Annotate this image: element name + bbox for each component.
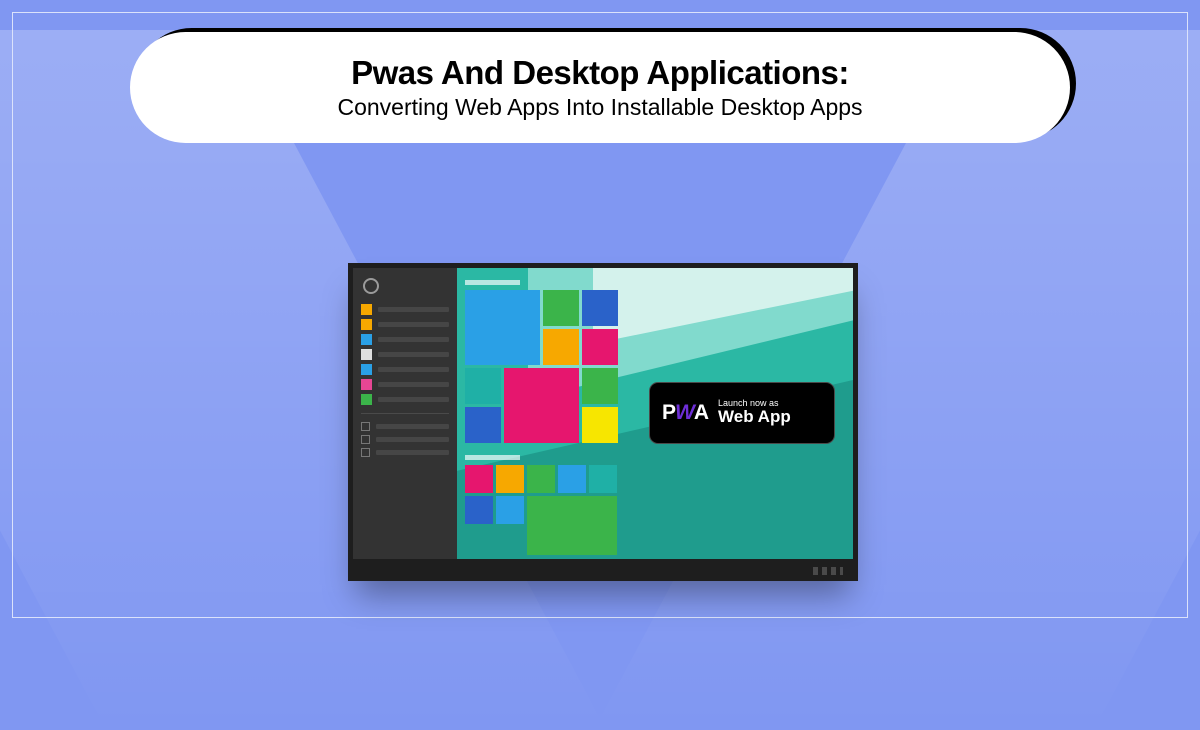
title: Pwas And Desktop Applications: bbox=[170, 54, 1030, 92]
sidebar-item-label bbox=[378, 322, 449, 327]
tile bbox=[543, 290, 579, 326]
sidebar-item bbox=[361, 334, 449, 345]
pwa-logo-icon: PWA bbox=[662, 401, 708, 425]
tile bbox=[558, 465, 586, 493]
sidebar-item-label bbox=[376, 437, 449, 442]
app-chip-icon bbox=[361, 319, 372, 330]
sidebar-check-item bbox=[361, 422, 449, 431]
sidebar-item-label bbox=[376, 450, 449, 455]
tile bbox=[496, 496, 524, 524]
tile bbox=[582, 290, 618, 326]
tile-group-label bbox=[465, 455, 520, 460]
sidebar-item-label bbox=[378, 352, 449, 357]
app-chip-icon bbox=[361, 334, 372, 345]
pwa-badge-line2: Web App bbox=[718, 408, 791, 427]
tile bbox=[543, 329, 579, 365]
sidebar-item bbox=[361, 349, 449, 360]
tile bbox=[465, 407, 501, 443]
tile bbox=[465, 465, 493, 493]
sidebar-item-label bbox=[378, 397, 449, 402]
app-chip-icon bbox=[361, 304, 372, 315]
sidebar-check-item bbox=[361, 435, 449, 444]
sidebar-item-label bbox=[378, 307, 449, 312]
tile bbox=[582, 329, 618, 365]
title-card: Pwas And Desktop Applications: Convertin… bbox=[130, 32, 1070, 143]
checkbox-icon bbox=[361, 448, 370, 457]
tile bbox=[527, 496, 617, 555]
pwa-launch-badge[interactable]: PWA Launch now as Web App bbox=[649, 382, 835, 444]
start-tiles bbox=[465, 280, 635, 559]
tile bbox=[582, 368, 618, 404]
sidebar-check-item bbox=[361, 448, 449, 457]
app-chip-icon bbox=[361, 364, 372, 375]
checkbox-icon bbox=[361, 422, 370, 431]
subtitle: Converting Web Apps Into Installable Des… bbox=[170, 94, 1030, 121]
sidebar-item-label bbox=[378, 367, 449, 372]
sidebar-item-label bbox=[378, 337, 449, 342]
sidebar-item bbox=[361, 304, 449, 315]
tile bbox=[465, 496, 493, 524]
tile bbox=[465, 290, 540, 365]
tile bbox=[589, 465, 617, 493]
monitor-screen: PWA Launch now as Web App bbox=[353, 268, 853, 559]
sidebar-item-label bbox=[378, 382, 449, 387]
checkbox-icon bbox=[361, 435, 370, 444]
app-chip-icon bbox=[361, 349, 372, 360]
tile bbox=[504, 368, 579, 443]
app-chip-icon bbox=[361, 379, 372, 390]
tile bbox=[496, 465, 524, 493]
tile bbox=[465, 368, 501, 404]
user-avatar-icon bbox=[363, 278, 379, 294]
tile bbox=[527, 465, 555, 493]
sidebar-item bbox=[361, 394, 449, 405]
sidebar-separator bbox=[361, 413, 449, 414]
monitor-illustration: PWA Launch now as Web App bbox=[348, 263, 858, 581]
tile-grid bbox=[465, 465, 635, 555]
app-chip-icon bbox=[361, 394, 372, 405]
pwa-badge-text: Launch now as Web App bbox=[718, 399, 791, 427]
sidebar-item bbox=[361, 379, 449, 390]
sidebar-item bbox=[361, 364, 449, 375]
tile bbox=[582, 407, 618, 443]
start-sidebar bbox=[353, 268, 457, 559]
tile-grid bbox=[465, 290, 635, 443]
sidebar-item-label bbox=[376, 424, 449, 429]
sidebar-item bbox=[361, 319, 449, 330]
tile-group-label bbox=[465, 280, 520, 285]
